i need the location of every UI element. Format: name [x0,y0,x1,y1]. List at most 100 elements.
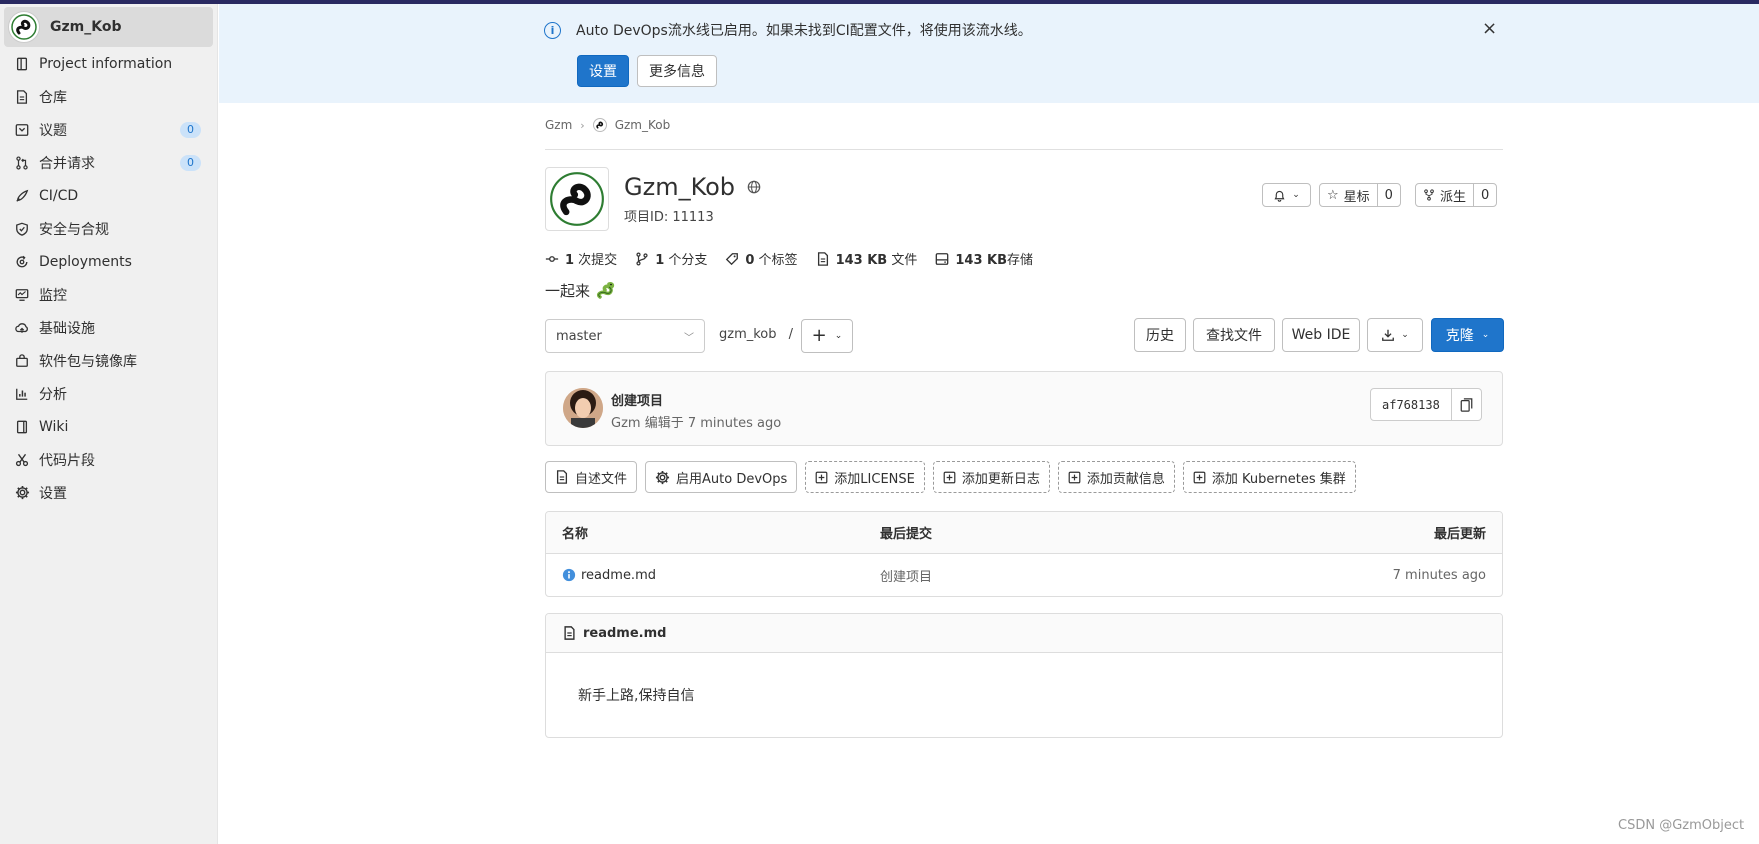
stat-text: 143 KB存储 [955,249,1033,268]
sidebar-item-9[interactable]: 软件包与镜像库 [0,344,217,377]
star-icon: ☆ [1327,187,1339,203]
web-ide-button[interactable]: Web IDE [1282,318,1360,352]
stat-value: 143 KB [955,253,1008,268]
stat-item[interactable]: 143 KB 文件 [816,249,917,268]
fork-icon [1424,189,1434,201]
fork-count[interactable]: 0 [1473,184,1496,206]
find-file-button[interactable]: 查找文件 [1193,318,1275,352]
stat-item[interactable]: 1 次提交 [545,249,617,268]
table-row[interactable]: readme.md 创建项目 7 minutes ago [546,554,1502,596]
merge-request-icon [14,155,30,171]
sidebar-item-8[interactable]: 基础设施 [0,311,217,344]
quick-action-button[interactable]: 添加LICENSE [805,461,925,493]
sidebar-item-13[interactable]: 设置 [0,476,217,509]
readme-header: readme.md [546,614,1502,653]
sidebar-item-10[interactable]: 分析 [0,377,217,410]
auto-devops-alert: i Auto DevOps流水线已启用。如果未找到CI配置文件，将使用该流水线。… [219,4,1759,103]
stat-item[interactable]: 143 KB存储 [935,249,1033,268]
col-name-header: 名称 [562,527,589,542]
gear-icon [655,470,670,485]
stat-value: 1 [655,253,665,268]
book-icon [14,419,30,435]
alert-settings-button[interactable]: 设置 [577,55,629,87]
commit-author[interactable]: Gzm [611,416,641,431]
breadcrumb-separator-icon: › [580,118,585,132]
scissors-icon [14,452,30,468]
quick-action-button[interactable]: 添加更新日志 [932,461,1050,493]
file-icon [14,89,30,105]
repo-path-name[interactable]: gzm_kob [719,327,777,342]
project-stats: 1 次提交 1 个分支 0 个标签 143 KB 文件 143 KB存储 [545,249,1033,268]
sidebar-item-label: Project information [39,55,173,72]
quick-action-button[interactable]: 添加 Kubernetes 集群 [1182,461,1356,493]
commit-meta: Gzm 编辑于 7 minutes ago [611,412,781,431]
document-icon [14,56,30,72]
last-commit-box: 创建项目 Gzm 编辑于 7 minutes ago af768138 [545,371,1503,446]
sidebar-item-7[interactable]: 监控 [0,278,217,311]
sidebar-item-label: 仓库 [39,89,67,106]
sidebar-item-12[interactable]: 代码片段 [0,443,217,476]
clone-dropdown-button[interactable]: 克隆 ⌄ [1431,318,1504,352]
sidebar-item-6[interactable]: Deployments [0,245,217,278]
project-id: 项目ID: 11113 [624,210,714,225]
notification-dropdown[interactable]: ⌄ [1262,183,1311,207]
branch-icon [635,252,649,266]
quick-action-button[interactable]: 启用Auto DevOps [645,461,798,493]
fork-button[interactable]: 派生 [1416,184,1473,206]
commit-title[interactable]: 创建项目 [611,390,663,409]
repo-path: gzm_kob / [719,327,793,342]
commit-sha[interactable]: af768138 [1371,389,1451,420]
quick-actions: 自述文件 启用Auto DevOps 添加LICENSE 添加更新日志 添加贡献信息 添加… [545,461,1356,493]
count-badge: 0 [180,154,201,171]
copy-icon[interactable] [1450,389,1481,420]
count-badge: 0 [180,121,201,138]
author-avatar[interactable] [563,388,603,428]
stat-item[interactable]: 0 个标签 [725,249,798,268]
alert-more-info-button[interactable]: 更多信息 [637,55,717,87]
star-button-group[interactable]: ☆ 星标 0 [1319,183,1401,207]
sidebar-item-label: 合并请求 [39,155,95,172]
sidebar-item-1[interactable]: 仓库 [0,80,217,113]
stat-label: 存储 [1007,253,1034,268]
file-tree-table: 名称 最后提交 最后更新 readme.md 创建项目 7 minutes ag… [545,511,1503,597]
breadcrumb: Gzm › Gzm_Kob [545,118,670,132]
star-count[interactable]: 0 [1376,184,1400,206]
chevron-down-icon: ⌄ [834,331,843,341]
stat-item[interactable]: 1 个分支 [635,249,707,268]
stat-value: 143 KB [835,253,888,268]
sidebar-item-label: 分析 [39,386,67,403]
file-name[interactable]: readme.md [581,568,656,583]
sidebar-item-2[interactable]: 议题 0 [0,113,217,146]
breadcrumb-project[interactable]: Gzm_Kob [615,118,671,132]
plus-icon: + [811,325,827,346]
snake-logo-icon [550,172,604,226]
stat-text: 0 个标签 [745,249,797,268]
star-button[interactable]: ☆ 星标 [1320,184,1377,206]
project-large-avatar [545,167,609,231]
cloud-icon [14,320,30,336]
file-last-commit[interactable]: 创建项目 [880,554,932,596]
sidebar-item-11[interactable]: Wiki [0,410,217,443]
download-dropdown-button[interactable]: ⌄ [1367,318,1423,352]
branch-select[interactable]: master ﹀ [545,319,705,353]
breadcrumb-group[interactable]: Gzm [545,118,572,132]
sidebar-item-0[interactable]: Project information [0,47,217,80]
sidebar-item-label: Wiki [39,418,69,435]
sidebar-item-4[interactable]: CI/CD [0,179,217,212]
fork-button-group[interactable]: 派生 0 [1415,183,1498,207]
quick-action-button[interactable]: 添加贡献信息 [1057,461,1175,493]
sidebar-item-label: 设置 [39,485,67,502]
quick-action-label: 添加 Kubernetes 集群 [1211,471,1346,487]
disk-icon [935,252,949,266]
readme-filename[interactable]: readme.md [583,626,666,641]
sidebar-item-3[interactable]: 合并请求 0 [0,146,217,179]
stat-label: 个分支 [664,253,708,268]
close-icon[interactable]: × [1482,18,1497,39]
snake-emoji-icon [597,282,615,299]
quick-action-button[interactable]: 自述文件 [545,461,638,493]
sidebar-item-5[interactable]: 安全与合规 [0,212,217,245]
add-dropdown-button[interactable]: + ⌄ [801,319,853,353]
history-button[interactable]: 历史 [1134,318,1186,352]
sidebar-project-header[interactable]: Gzm_Kob [4,7,213,47]
col-last-update-header: 最后更新 [1433,527,1486,542]
